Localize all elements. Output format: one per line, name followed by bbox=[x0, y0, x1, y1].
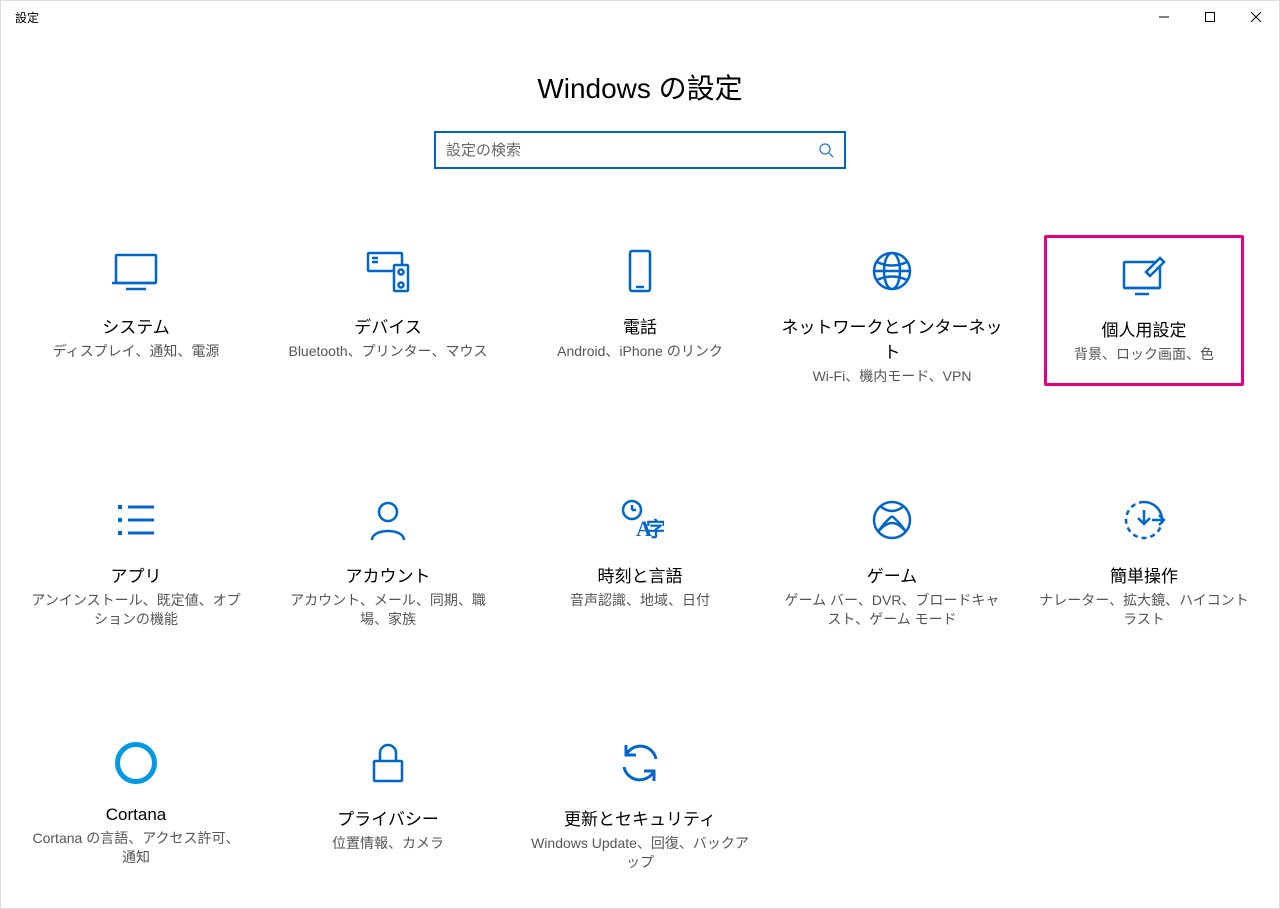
tile-apps[interactable]: アプリ アンインストール、既定値、オプションの機能 bbox=[10, 496, 262, 629]
tile-label: Cortana bbox=[106, 805, 166, 825]
cortana-icon bbox=[112, 739, 160, 787]
tile-ease-of-access[interactable]: 簡単操作 ナレーター、拡大鏡、ハイコントラスト bbox=[1018, 496, 1270, 629]
tile-label: 簡単操作 bbox=[1110, 562, 1178, 587]
tile-label: ネットワークとインターネット bbox=[774, 313, 1010, 363]
tile-devices[interactable]: デバイス Bluetooth、プリンター、マウス bbox=[262, 247, 514, 386]
tile-label: アカウント bbox=[346, 562, 431, 587]
phone-icon bbox=[616, 247, 664, 295]
search-input[interactable] bbox=[446, 142, 818, 159]
tile-desc: ナレーター、拡大鏡、ハイコントラスト bbox=[1034, 591, 1254, 629]
ease-of-access-icon bbox=[1120, 496, 1168, 544]
window-title: 設定 bbox=[15, 9, 39, 26]
tile-label: デバイス bbox=[354, 313, 422, 338]
tile-desc: ディスプレイ、通知、電源 bbox=[53, 342, 220, 361]
tile-desc: Bluetooth、プリンター、マウス bbox=[288, 342, 487, 361]
tile-desc: 位置情報、カメラ bbox=[332, 834, 444, 853]
tile-desc: ゲーム バー、DVR、ブロードキャスト、ゲーム モード bbox=[782, 591, 1002, 629]
tile-cortana[interactable]: Cortana Cortana の言語、アクセス許可、通知 bbox=[10, 739, 262, 872]
tile-desc: 背景、ロック画面、色 bbox=[1074, 345, 1214, 364]
window-controls bbox=[1141, 1, 1279, 33]
tile-time-language[interactable]: A字 時刻と言語 音声認識、地域、日付 bbox=[514, 496, 766, 629]
page-title: Windows の設定 bbox=[1, 67, 1279, 107]
tile-desc: 音声認識、地域、日付 bbox=[570, 591, 710, 610]
tile-update-security[interactable]: 更新とセキュリティ Windows Update、回復、バックアップ bbox=[514, 739, 766, 872]
tile-phone[interactable]: 電話 Android、iPhone のリンク bbox=[514, 247, 766, 386]
close-button[interactable] bbox=[1233, 1, 1279, 33]
tile-label: 電話 bbox=[623, 313, 657, 338]
tile-gaming[interactable]: ゲーム ゲーム バー、DVR、ブロードキャスト、ゲーム モード bbox=[766, 496, 1018, 629]
tile-label: 個人用設定 bbox=[1102, 316, 1187, 341]
lock-icon bbox=[364, 739, 412, 787]
time-language-icon: A字 bbox=[616, 496, 664, 544]
tile-desc: Windows Update、回復、バックアップ bbox=[530, 834, 750, 872]
personalization-icon bbox=[1120, 250, 1168, 298]
tile-network[interactable]: ネットワークとインターネット Wi-Fi、機内モード、VPN bbox=[766, 247, 1018, 386]
tile-accounts[interactable]: アカウント アカウント、メール、同期、職場、家族 bbox=[262, 496, 514, 629]
minimize-button[interactable] bbox=[1141, 1, 1187, 33]
tile-personalization[interactable]: 個人用設定 背景、ロック画面、色 bbox=[1044, 235, 1244, 386]
maximize-button[interactable] bbox=[1187, 1, 1233, 33]
tile-label: アプリ bbox=[111, 562, 162, 587]
xbox-icon bbox=[868, 496, 916, 544]
search-box[interactable] bbox=[434, 131, 846, 169]
apps-list-icon bbox=[112, 496, 160, 544]
tile-desc: アカウント、メール、同期、職場、家族 bbox=[278, 591, 498, 629]
devices-icon bbox=[364, 247, 412, 295]
tile-label: 更新とセキュリティ bbox=[564, 805, 716, 830]
svg-text:字: 字 bbox=[646, 517, 664, 541]
globe-icon bbox=[868, 247, 916, 295]
tile-label: システム bbox=[102, 313, 170, 338]
update-icon bbox=[616, 739, 664, 787]
tile-desc: Wi-Fi、機内モード、VPN bbox=[813, 367, 972, 386]
tile-desc: Cortana の言語、アクセス許可、通知 bbox=[26, 829, 246, 867]
tile-desc: Android、iPhone のリンク bbox=[557, 342, 723, 361]
person-icon bbox=[364, 496, 412, 544]
titlebar: 設定 bbox=[1, 1, 1279, 33]
search-icon bbox=[818, 142, 834, 158]
tile-label: プライバシー bbox=[337, 805, 439, 830]
display-icon bbox=[112, 247, 160, 295]
tile-privacy[interactable]: プライバシー 位置情報、カメラ bbox=[262, 739, 514, 872]
tile-system[interactable]: システム ディスプレイ、通知、電源 bbox=[10, 247, 262, 386]
tile-label: ゲーム bbox=[867, 562, 918, 587]
settings-grid: システム ディスプレイ、通知、電源 デバイス Bluetooth、プリンター、マ… bbox=[10, 247, 1270, 871]
tile-label: 時刻と言語 bbox=[598, 562, 683, 587]
tile-desc: アンインストール、既定値、オプションの機能 bbox=[26, 591, 246, 629]
